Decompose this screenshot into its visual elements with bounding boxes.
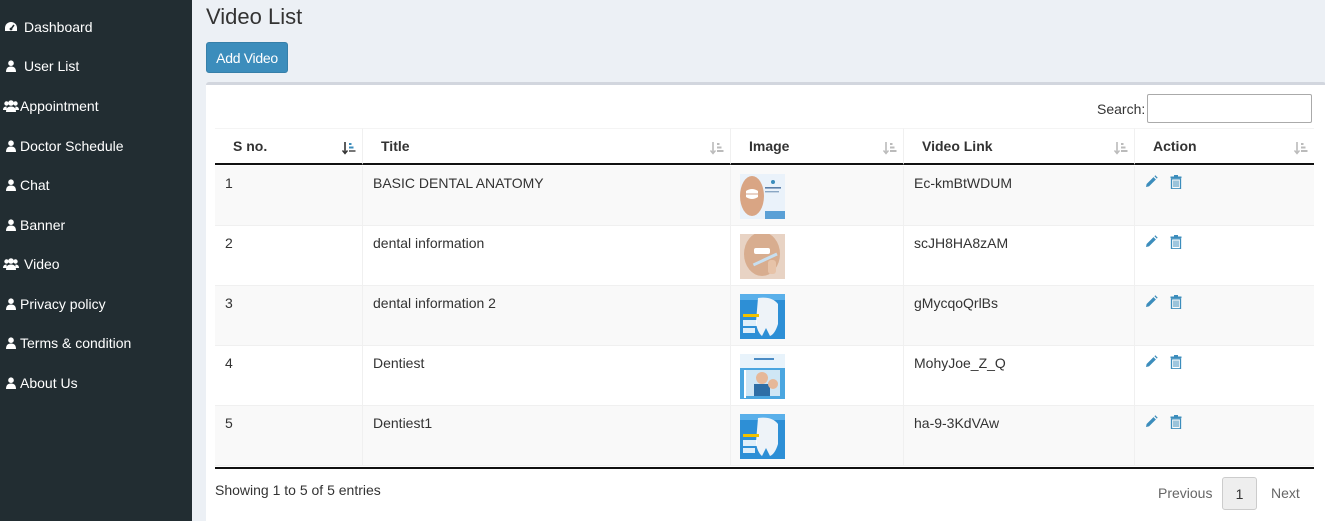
teeth-smile-thumbnail [740,174,785,219]
video-table-box: Search: S no. Title Image Video Link Act… [206,82,1325,521]
dashboard-icon [2,20,20,34]
sidebar-item-label: Video [24,256,60,272]
sidebar-item-label: Doctor Schedule [20,138,124,154]
sidebar-item-video[interactable]: Video [0,249,192,279]
row-sno: 2 [225,235,233,251]
add-video-button[interactable]: Add Video [206,42,288,73]
table-row: 5 Dentiest1 ha-9-3KdVAw [215,406,1314,466]
user-icon [2,178,20,192]
search-label: Search: [1097,101,1146,117]
main-content: Video List Add Video Search: S no. Title… [192,0,1325,521]
column-header-title[interactable]: Title [363,128,731,165]
search-input[interactable] [1147,94,1312,123]
edit-icon[interactable] [1144,295,1158,309]
row-sno: 3 [225,295,233,311]
user-icon [2,376,20,390]
row-sno: 1 [225,175,233,191]
column-header-image[interactable]: Image [731,128,904,165]
trash-icon[interactable] [1170,355,1182,369]
row-video-link: Ec-kmBtWDUM [914,175,1012,191]
sort-icon [710,142,724,155]
row-video-link: gMycqoQrlBs [914,295,999,311]
trash-icon[interactable] [1170,415,1182,429]
user-icon [2,218,20,232]
sidebar-item-dashboard[interactable]: Dashboard [0,12,192,42]
edit-icon[interactable] [1144,355,1158,369]
row-video-link: scJH8HA8zAM [914,235,1009,251]
table-row: 2 dental information scJH8HA8zAM [215,226,1314,286]
user-icon [2,139,20,153]
sort-icon [1294,142,1308,155]
user-icon [2,59,20,73]
column-header-sno[interactable]: S no. [215,128,363,165]
user-icon [2,336,20,350]
pagination-previous[interactable]: Previous [1158,485,1212,501]
sidebar-item-label: Appointment [20,98,99,114]
sidebar-item-terms-condition[interactable]: Terms & condition [0,328,192,358]
sidebar-item-doctor-schedule[interactable]: Doctor Schedule [0,131,192,161]
sidebar-item-label: Terms & condition [20,335,132,351]
edit-icon[interactable] [1144,175,1158,189]
sidebar-item-appointment[interactable]: Appointment [0,91,192,121]
table-info: Showing 1 to 5 of 5 entries [215,482,381,498]
table-footer-divider [215,467,1314,469]
sidebar-item-label: Banner [20,217,66,233]
users-icon [2,99,20,113]
table-row: 3 dental information 2 gMycqoQrlBs [215,286,1314,346]
tooth-banner-thumbnail [740,294,785,339]
row-title: dental information [373,235,485,251]
dentist-thumbnail [740,354,785,399]
row-sno: 5 [225,415,233,431]
sidebar-item-user-list[interactable]: User List [0,51,192,81]
row-title: BASIC DENTAL ANATOMY [373,175,544,191]
row-video-link: ha-9-3KdVAw [914,415,1000,431]
sidebar-item-label: User List [24,58,80,74]
trash-icon[interactable] [1170,235,1182,249]
row-video-link: MohyJoe_Z_Q [914,355,1006,371]
page-title: Video List [206,4,303,29]
toothbrush-thumbnail [740,234,785,279]
sidebar-item-about-us[interactable]: About Us [0,368,192,398]
table-row: 4 Dentiest MohyJoe_Z_Q [215,346,1314,406]
sidebar-item-banner[interactable]: Banner [0,210,192,240]
sidebar-item-privacy-policy[interactable]: Privacy policy [0,289,192,319]
row-title: dental information 2 [373,295,496,311]
trash-icon[interactable] [1170,295,1182,309]
trash-icon[interactable] [1170,175,1182,189]
row-sno: 4 [225,355,233,371]
edit-icon[interactable] [1144,235,1158,249]
sidebar-item-chat[interactable]: Chat [0,170,192,200]
users-icon [2,257,20,271]
table-row: 1 BASIC DENTAL ANATOMY Ec-kmBtWDUM [215,166,1314,226]
user-icon [2,297,20,311]
sidebar-item-label: About Us [20,375,78,391]
sidebar: Dashboard User List Appointment Doctor S… [0,0,192,521]
column-header-action[interactable]: Action [1135,128,1314,165]
sort-asc-icon [342,142,356,155]
tooth-banner-thumbnail [740,414,785,459]
row-title: Dentiest [373,355,425,371]
edit-icon[interactable] [1144,415,1158,429]
column-header-video-link[interactable]: Video Link [904,128,1135,165]
row-title: Dentiest1 [373,415,433,431]
sidebar-item-label: Dashboard [24,19,93,35]
pagination-next[interactable]: Next [1271,485,1300,501]
pagination-page-1[interactable]: 1 [1222,477,1257,510]
sidebar-item-label: Chat [20,177,50,193]
sort-icon [883,142,897,155]
sidebar-item-label: Privacy policy [20,296,106,312]
sort-icon [1114,142,1128,155]
